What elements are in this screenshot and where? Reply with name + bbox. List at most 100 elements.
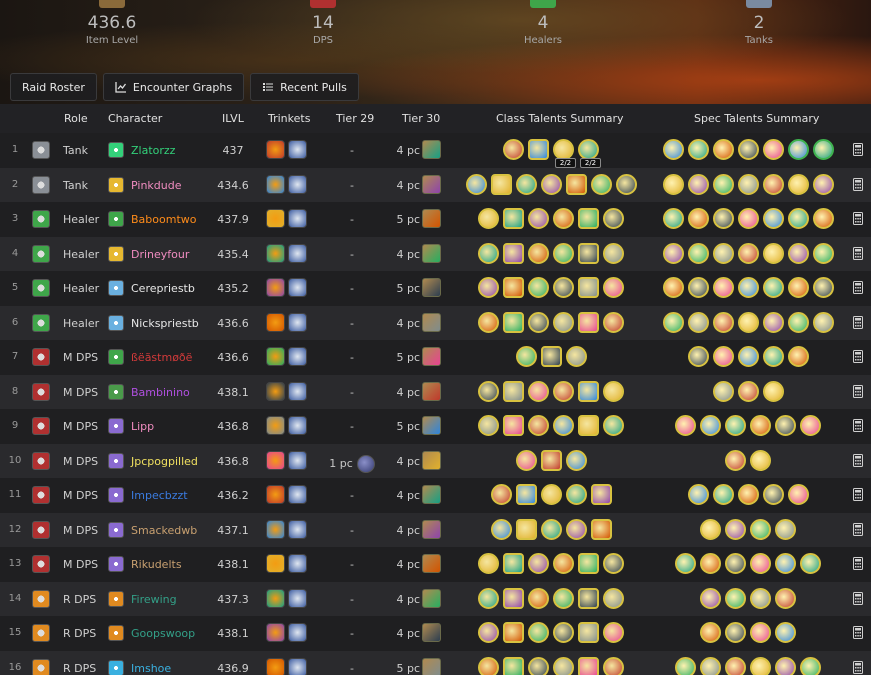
class-talent-icon[interactable] bbox=[528, 242, 549, 264]
header-role[interactable]: Role bbox=[64, 112, 88, 125]
class-talent-icon[interactable] bbox=[478, 415, 499, 436]
table-row[interactable]: 2 Tank Pinkdude 434.6 - 4 pc bbox=[0, 167, 871, 202]
spec-talent-icon[interactable] bbox=[712, 173, 734, 195]
spec-talent-icon[interactable] bbox=[800, 656, 821, 675]
class-talent-icon[interactable] bbox=[503, 380, 524, 402]
tier30-icon[interactable] bbox=[422, 381, 441, 401]
spec-talent-icon[interactable] bbox=[812, 208, 834, 229]
spec-talent-icon[interactable] bbox=[787, 277, 809, 298]
trinket-icon[interactable] bbox=[288, 140, 307, 159]
calculator-icon[interactable] bbox=[853, 350, 863, 363]
tier30-icon[interactable] bbox=[422, 174, 441, 194]
class-talent-icon[interactable] bbox=[603, 415, 624, 436]
spec-talent-icon[interactable] bbox=[737, 139, 759, 160]
spec-talent-icon[interactable] bbox=[787, 311, 809, 333]
class-talent-icon[interactable] bbox=[540, 518, 562, 540]
class-talent-icon[interactable] bbox=[603, 311, 624, 333]
class-talent-icon[interactable] bbox=[553, 656, 574, 675]
spec-talent-icon[interactable] bbox=[712, 484, 734, 505]
class-talent-icon[interactable]: 2/2 bbox=[578, 139, 601, 168]
class-talent-icon[interactable] bbox=[565, 518, 587, 540]
spec-talent-icon[interactable] bbox=[737, 277, 759, 298]
class-talent-icon[interactable] bbox=[465, 173, 487, 195]
spec-talent-icon[interactable] bbox=[725, 415, 746, 436]
class-talent-icon[interactable] bbox=[503, 208, 524, 229]
calculator-icon[interactable] bbox=[853, 281, 863, 294]
tier30-icon[interactable] bbox=[422, 554, 441, 573]
spec-talent-icon[interactable] bbox=[687, 242, 709, 264]
spec-talent-icon[interactable] bbox=[687, 311, 709, 333]
spec-talent-icon[interactable] bbox=[712, 346, 734, 367]
spec-talent-icon[interactable] bbox=[662, 208, 684, 229]
trinket-icon[interactable] bbox=[288, 347, 307, 366]
class-talent-icon[interactable] bbox=[528, 380, 549, 402]
class-talent-icon[interactable] bbox=[515, 346, 537, 367]
table-row[interactable]: 15 R DPS Goopswoop 438.1 - 4 pc bbox=[0, 616, 871, 651]
header-ilvl[interactable]: ILVL bbox=[222, 112, 244, 125]
tier30-icon[interactable] bbox=[422, 278, 441, 297]
spec-talent-icon[interactable] bbox=[712, 311, 734, 333]
spec-talent-icon[interactable] bbox=[700, 622, 721, 643]
character-name[interactable]: Baboomtwo bbox=[131, 213, 196, 226]
class-talent-icon[interactable] bbox=[503, 415, 524, 436]
class-talent-icon[interactable] bbox=[590, 173, 612, 195]
spec-talent-icon[interactable] bbox=[787, 173, 809, 195]
class-talent-icon[interactable] bbox=[553, 622, 574, 643]
trinket-icon[interactable] bbox=[266, 243, 285, 263]
character-name[interactable]: Rikudelts bbox=[131, 558, 182, 571]
spec-talent-icon[interactable] bbox=[675, 656, 696, 675]
class-talent-icon[interactable] bbox=[515, 173, 537, 195]
character-name[interactable]: Impecbzzt bbox=[131, 489, 188, 502]
table-row[interactable]: 6 Healer Nickspriestb 436.6 - 4 pc bbox=[0, 305, 871, 340]
tab-recent-pulls[interactable]: Recent Pulls bbox=[250, 73, 359, 101]
tier30-icon[interactable] bbox=[422, 450, 441, 470]
trinket-icon[interactable] bbox=[288, 554, 307, 573]
header-tier29[interactable]: Tier 29 bbox=[336, 112, 374, 125]
class-talent-icon[interactable] bbox=[565, 449, 587, 471]
spec-talent-icon[interactable] bbox=[787, 242, 809, 264]
spec-talent-icon[interactable] bbox=[725, 449, 746, 471]
spec-talent-icon[interactable] bbox=[775, 518, 796, 540]
class-talent-icon[interactable] bbox=[478, 656, 499, 675]
class-talent-icon[interactable] bbox=[578, 415, 599, 436]
spec-talent-icon[interactable] bbox=[812, 139, 834, 160]
spec-talent-icon[interactable] bbox=[662, 173, 684, 195]
header-tier30[interactable]: Tier 30 bbox=[402, 112, 440, 125]
spec-talent-icon[interactable] bbox=[750, 622, 771, 643]
spec-talent-icon[interactable] bbox=[800, 415, 821, 436]
spec-talent-icon[interactable] bbox=[787, 346, 809, 367]
spec-talent-icon[interactable] bbox=[712, 380, 734, 402]
class-talent-icon[interactable] bbox=[528, 311, 549, 333]
spec-talent-icon[interactable] bbox=[737, 173, 759, 195]
trinket-icon[interactable] bbox=[288, 485, 307, 504]
tier30-icon[interactable] bbox=[422, 623, 441, 642]
calculator-icon[interactable] bbox=[853, 488, 863, 501]
spec-talent-icon[interactable] bbox=[675, 415, 696, 436]
calculator-icon[interactable] bbox=[853, 453, 863, 467]
calculator-icon[interactable] bbox=[853, 384, 863, 398]
class-talent-icon[interactable] bbox=[478, 311, 499, 333]
trinket-icon[interactable] bbox=[266, 140, 285, 159]
class-talent-icon[interactable] bbox=[478, 208, 499, 229]
class-talent-icon[interactable] bbox=[565, 173, 587, 195]
spec-talent-icon[interactable] bbox=[762, 277, 784, 298]
class-talent-icon[interactable] bbox=[603, 242, 624, 264]
trinket-icon[interactable] bbox=[266, 381, 285, 401]
calculator-icon[interactable] bbox=[853, 177, 863, 191]
tier30-icon[interactable] bbox=[422, 519, 441, 539]
class-talent-icon[interactable] bbox=[578, 208, 599, 229]
spec-talent-icon[interactable] bbox=[812, 173, 834, 195]
spec-talent-icon[interactable] bbox=[775, 553, 796, 574]
class-talent-icon[interactable] bbox=[490, 173, 512, 195]
class-talent-icon[interactable] bbox=[615, 173, 637, 195]
spec-talent-icon[interactable] bbox=[725, 656, 746, 675]
spec-talent-icon[interactable] bbox=[712, 242, 734, 264]
table-row[interactable]: 3 Healer Baboomtwo 437.9 - 5 pc bbox=[0, 202, 871, 237]
table-row[interactable]: 11 M DPS Impecbzzt 436.2 - 4 pc bbox=[0, 478, 871, 513]
calculator-icon[interactable] bbox=[853, 315, 863, 329]
spec-talent-icon[interactable] bbox=[687, 277, 709, 298]
table-row[interactable]: 5 Healer Cerepriestb 435.2 - 5 pc bbox=[0, 271, 871, 306]
class-talent-icon[interactable] bbox=[503, 311, 524, 333]
trinket-icon[interactable] bbox=[266, 657, 285, 675]
spec-talent-icon[interactable] bbox=[700, 518, 721, 540]
